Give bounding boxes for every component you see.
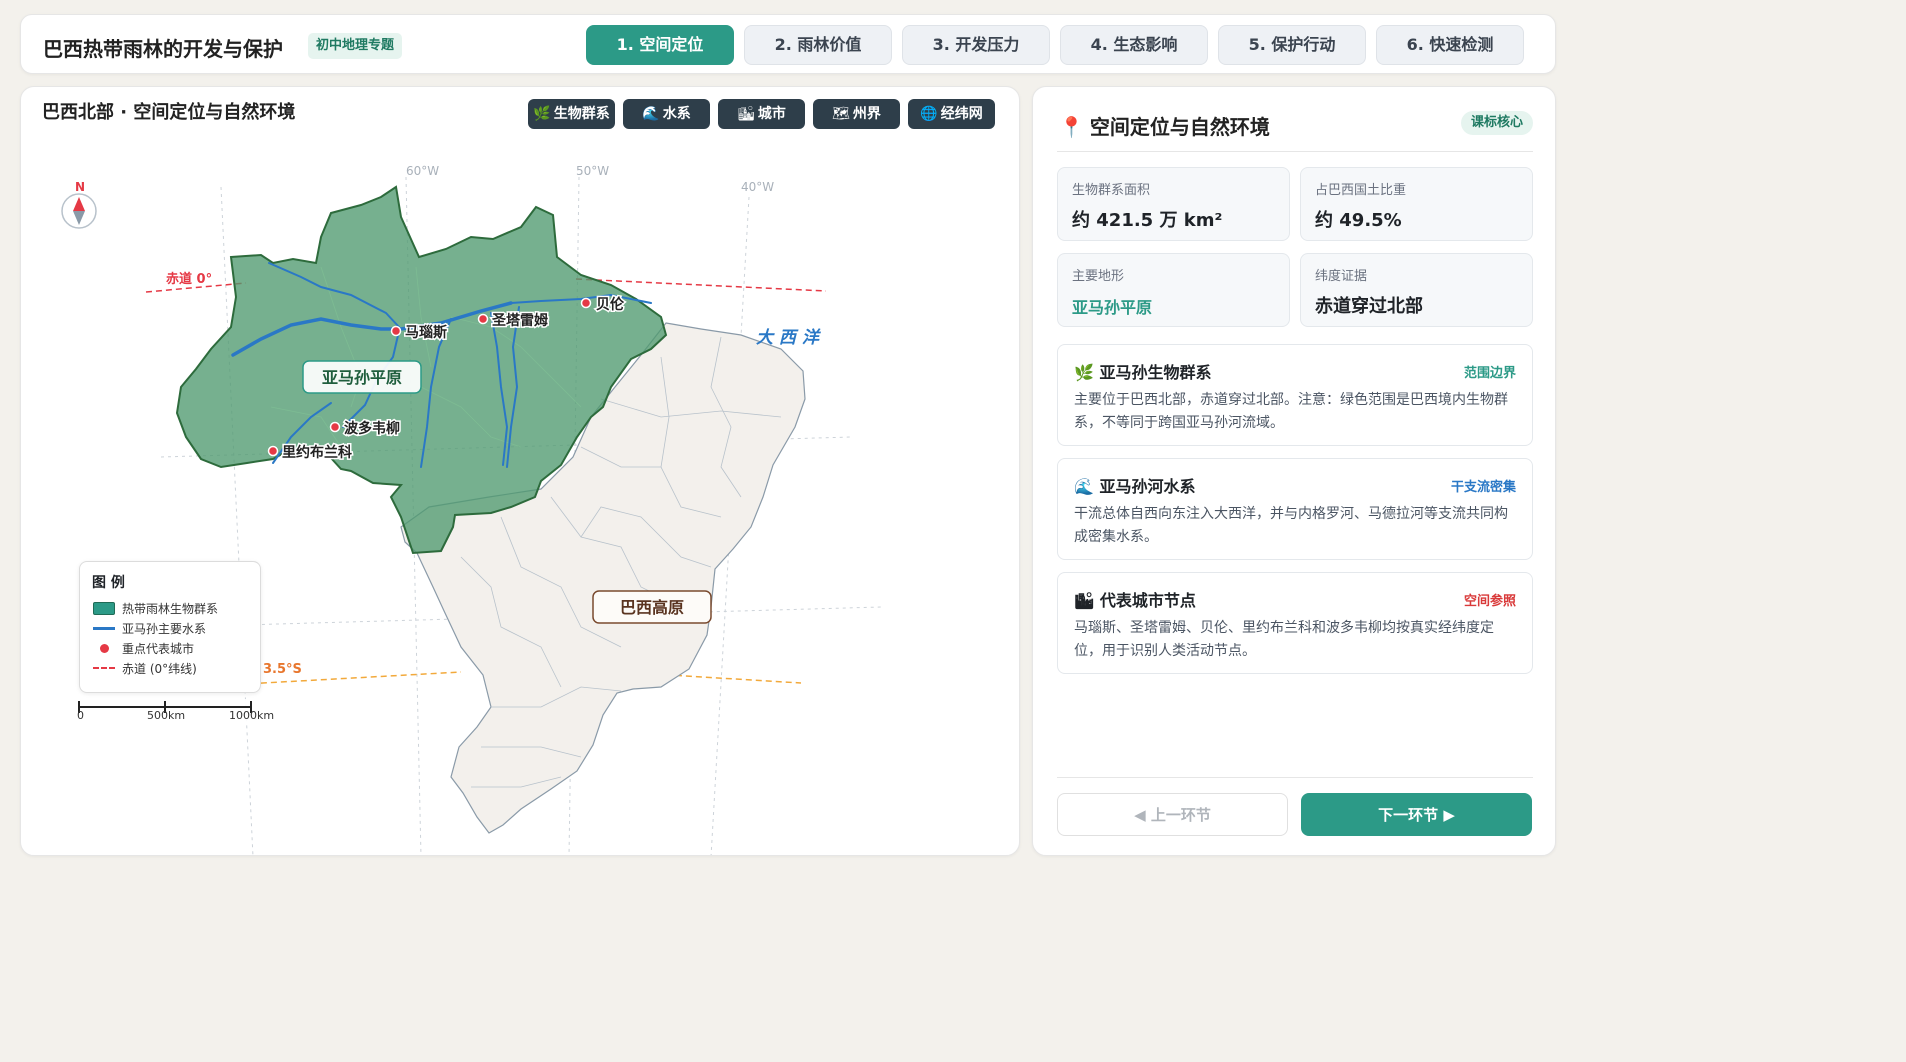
layer-toggle-graticule[interactable]: 🌐 经纬网: [908, 99, 995, 129]
app-title: 巴西热带雨林的开发与保护: [43, 37, 283, 61]
wave-icon: 🌊: [1074, 477, 1094, 496]
divider: [1057, 151, 1533, 152]
svg-text:巴西高原: 巴西高原: [620, 598, 684, 617]
info-panel: 📍 空间定位与自然环境 课标核心 生物群系面积 约 421.5 万 km² 占巴西…: [1032, 86, 1556, 856]
city-icon: 🏙: [1074, 591, 1095, 610]
svg-text:圣塔雷姆: 圣塔雷姆: [491, 312, 548, 329]
svg-text:亚马孙平原: 亚马孙平原: [322, 368, 402, 387]
card-tag: 空间参照: [1463, 593, 1516, 609]
svg-text:0: 0: [77, 709, 84, 722]
svg-text:N: N: [75, 180, 85, 194]
svg-text:贝伦: 贝伦: [596, 296, 625, 313]
tab-development-pressure[interactable]: 3. 开发压力: [902, 25, 1050, 65]
legend-item-biome: 热带雨林生物群系: [92, 598, 248, 618]
stat-main-landform: 主要地形 亚马孙平原: [1057, 253, 1290, 327]
lon-label-40w: 40°W: [741, 180, 774, 194]
map-legend: 图 例 热带雨林生物群系 亚马孙主要水系 重点代表城市 赤道 (0°纬线): [79, 561, 261, 693]
globe-icon: 🌐: [920, 106, 938, 122]
svg-text:马瑙斯: 马瑙斯: [405, 324, 447, 341]
scale-bar: 0 500km 1000km: [73, 699, 274, 723]
svg-text:波多韦柳: 波多韦柳: [344, 420, 400, 437]
lon-label-50w: 50°W: [576, 164, 609, 178]
layer-toggle-biome[interactable]: 🌿 生物群系: [528, 99, 615, 129]
lon-label-60w: 60°W: [406, 164, 439, 178]
layer-toggle-water[interactable]: 🌊 水系: [623, 99, 710, 129]
svg-text:1000km: 1000km: [229, 709, 274, 722]
topic-badge: 初中地理专题: [308, 33, 403, 59]
layer-toggle-state-borders[interactable]: 🗺 州界: [813, 99, 900, 129]
legend-item-city: 重点代表城市: [92, 638, 248, 658]
card-city-nodes: 🏙 代表城市节点 空间参照 马瑙斯、圣塔雷姆、贝伦、里约布兰科和波多韦柳均按真实…: [1057, 572, 1533, 674]
card-amazon-biome: 🌿 亚马孙生物群系 范围边界 主要位于巴西北部，赤道穿过北部。注意：绿色范围是巴…: [1057, 344, 1533, 446]
map-canvas[interactable]: 60°W 50°W 40°W 赤道 0° 3.5°S 大 西 洋 N 亚马孙平原…: [21, 87, 1020, 856]
svg-text:500km: 500km: [147, 709, 185, 722]
next-section-button[interactable]: 下一环节 ▶: [1301, 793, 1532, 836]
stat-latitude-evidence: 纬度证据 赤道穿过北部: [1300, 253, 1533, 327]
info-title: 📍 空间定位与自然环境: [1059, 115, 1270, 139]
amazon-plain-label: 亚马孙平原: [302, 360, 422, 394]
tropic-label: 3.5°S: [263, 662, 302, 677]
tab-protection-action[interactable]: 5. 保护行动: [1218, 25, 1366, 65]
tab-quick-test[interactable]: 6. 快速检测: [1376, 25, 1524, 65]
svg-text:里约布兰科: 里约布兰科: [282, 444, 352, 461]
stat-biome-area: 生物群系面积 约 421.5 万 km²: [1057, 167, 1290, 241]
compass-icon: N: [61, 180, 97, 229]
card-tag: 干支流密集: [1450, 479, 1516, 495]
city-rio-branco[interactable]: 里约布兰科: [267, 443, 354, 463]
card-tag: 范围边界: [1463, 365, 1516, 381]
leaf-icon: 🌿: [1074, 363, 1094, 382]
tab-spatial-location[interactable]: 1. 空间定位: [586, 25, 734, 65]
tab-rainforest-value[interactable]: 2. 雨林价值: [744, 25, 892, 65]
map-panel: 60°W 50°W 40°W 赤道 0° 3.5°S 大 西 洋 N 亚马孙平原…: [20, 86, 1020, 856]
card-amazon-river: 🌊 亚马孙河水系 干支流密集 干流总体自西向东注入大西洋，并与内格罗河、马德拉河…: [1057, 458, 1533, 560]
leaf-icon: 🌿: [533, 106, 551, 122]
top-header: 巴西热带雨林的开发与保护 初中地理专题 1. 空间定位 2. 雨林价值 3. 开…: [20, 14, 1556, 74]
core-badge: 课标核心: [1460, 111, 1533, 135]
tab-ecological-impact[interactable]: 4. 生态影响: [1060, 25, 1208, 65]
brazil-plateau-label: 巴西高原: [592, 590, 712, 624]
pin-icon: 📍: [1059, 115, 1084, 139]
map-icon: 🗺: [832, 106, 850, 122]
equator-label: 赤道 0°: [166, 271, 212, 287]
legend-item-equator: 赤道 (0°纬线): [92, 658, 248, 678]
legend-title: 图 例: [92, 575, 125, 591]
prev-section-button[interactable]: ◀ 上一环节: [1057, 793, 1288, 836]
stat-territory-share: 占巴西国土比重 约 49.5%: [1300, 167, 1533, 241]
city-icon: 🏙: [737, 106, 755, 122]
atlantic-ocean-label: 大 西 洋: [756, 328, 822, 348]
legend-item-river: 亚马孙主要水系: [92, 618, 248, 638]
divider: [1057, 777, 1533, 778]
layer-toggle-cities[interactable]: 🏙 城市: [718, 99, 805, 129]
wave-icon: 🌊: [642, 106, 660, 122]
map-title: 巴西北部 · 空间定位与自然环境: [42, 102, 296, 123]
